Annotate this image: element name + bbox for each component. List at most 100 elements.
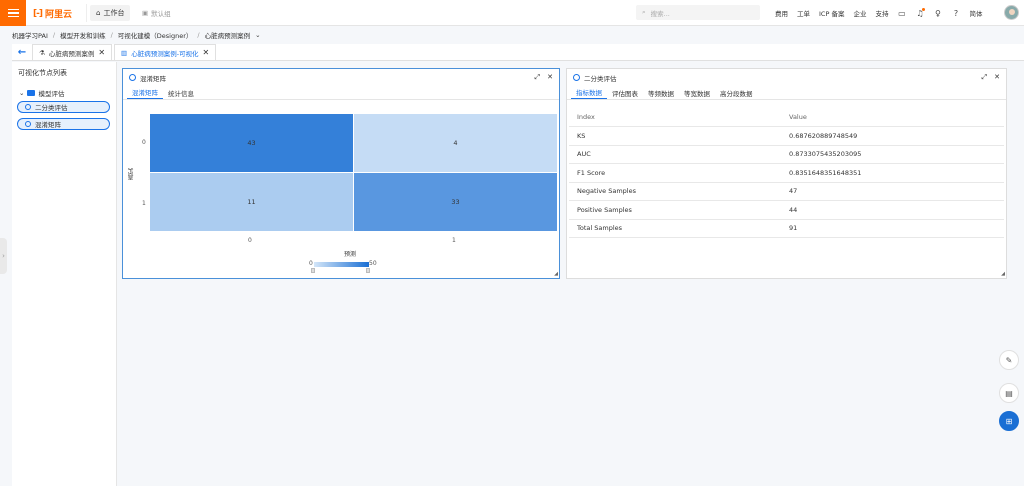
workbench-button[interactable]: ⌂ 工作台 xyxy=(90,5,131,21)
metric-name-cell: KS xyxy=(569,126,781,146)
x-tick-label: 1 xyxy=(452,237,456,244)
back-arrow-icon[interactable]: ← xyxy=(12,44,32,60)
caret-down-icon: ⌄ xyxy=(19,89,25,97)
brand-name: 阿里云 xyxy=(44,10,72,20)
avatar[interactable] xyxy=(1004,5,1019,20)
metric-name-cell: Negative Samples xyxy=(569,182,781,201)
panel-title: 混淆矩阵 xyxy=(140,74,166,83)
resource-group-selector[interactable]: ▣ 默认组 xyxy=(142,8,171,18)
chevron-down-icon[interactable]: ⌄ xyxy=(255,31,260,39)
metric-value-cell: 44 xyxy=(781,200,1004,220)
tab-high-score[interactable]: 高分段数据 xyxy=(715,86,758,99)
tab-eval-charts[interactable]: 评估图表 xyxy=(607,86,643,99)
expand-icon[interactable]: ⤢ xyxy=(982,73,988,82)
breadcrumb-separator: / xyxy=(197,31,200,39)
chart-icon: ▥ xyxy=(121,48,128,57)
x-tick-label: 0 xyxy=(248,237,252,244)
tab-visualization[interactable]: ▥ 心脏病预测案例-可视化 ✕ xyxy=(114,44,217,60)
breadcrumb-separator: / xyxy=(110,31,113,39)
top-link-icp[interactable]: ICP 备案 xyxy=(819,8,844,18)
resize-handle-icon[interactable]: ◢ xyxy=(554,271,558,277)
resource-group-label: 默认组 xyxy=(151,10,171,18)
heatmap-cell: 43 xyxy=(150,114,353,172)
resource-group-icon: ▣ xyxy=(142,9,149,17)
lightbulb-icon[interactable]: ♀ xyxy=(933,9,942,18)
feedback-icon[interactable]: ▤ xyxy=(999,383,1019,403)
node-icon xyxy=(25,121,31,127)
table-row: Positive Samples 44 xyxy=(569,200,1004,220)
flask-icon: ⚗ xyxy=(39,48,45,57)
component-icon xyxy=(573,74,580,81)
divider xyxy=(86,4,87,22)
aliyun-logo-icon: [-] xyxy=(33,8,43,19)
colorbar-min-handle[interactable] xyxy=(311,268,315,273)
folder-icon xyxy=(27,90,36,96)
table-row: F1 Score 0.8351648351648351 xyxy=(569,163,1004,183)
heatmap-cell: 4 xyxy=(354,114,557,172)
colorbar-max-handle[interactable] xyxy=(366,268,370,273)
sidebar-expand-handle[interactable]: › xyxy=(0,238,7,274)
metric-name-cell: Positive Samples xyxy=(569,200,781,220)
metric-name-cell: Total Samples xyxy=(569,219,781,238)
top-navigation-bar: [-] 阿里云 ⌂ 工作台 ▣ 默认组 ⌕ 搜索... 费用 工单 ICP 备案… xyxy=(0,0,1024,26)
y-tick-label: 0 xyxy=(142,139,146,146)
search-input[interactable]: ⌕ 搜索... xyxy=(636,5,760,20)
node-icon xyxy=(25,104,31,110)
node-confusion-matrix[interactable]: 混淆矩阵 xyxy=(17,118,110,130)
confusion-matrix-panel: 混淆矩阵 ⤢ ✕ 混淆矩阵 统计信息 43 4 11 33 0 1 0 1 真实 预测… xyxy=(122,68,560,279)
close-icon[interactable]: ✕ xyxy=(203,48,210,57)
edit-icon[interactable]: ✎ xyxy=(999,350,1019,370)
breadcrumb: 机器学习PAI / 模型开发和训练 / 可视化建模（Designer） / 心脏… xyxy=(12,30,261,40)
breadcrumb-item[interactable]: 可视化建模（Designer） xyxy=(118,30,193,40)
colorbar xyxy=(314,262,369,267)
tab-experiment[interactable]: ⚗ 心脏病预测案例 ✕ xyxy=(32,44,113,60)
tab-confusion-matrix[interactable]: 混淆矩阵 xyxy=(127,86,163,99)
top-link-ticket[interactable]: 工单 xyxy=(797,8,810,18)
panel-title: 二分类评估 xyxy=(584,74,617,83)
panel-header: 混淆矩阵 ⤢ ✕ xyxy=(123,69,559,86)
message-icon[interactable]: ▭ xyxy=(897,9,906,18)
brand-logo[interactable]: [-] 阿里云 xyxy=(33,7,72,21)
search-icon: ⌕ xyxy=(642,8,646,16)
node-label: 二分类评估 xyxy=(35,104,68,112)
node-binary-eval[interactable]: 二分类评估 xyxy=(17,101,110,113)
breadcrumb-item[interactable]: 机器学习PAI xyxy=(12,30,48,40)
breadcrumb-separator: / xyxy=(52,31,56,39)
tree-folder-model-eval[interactable]: ⌄ 模型评估 xyxy=(19,88,64,98)
language-switch[interactable]: 简体 xyxy=(969,8,982,18)
expand-icon[interactable]: ⤢ xyxy=(535,73,541,82)
close-icon[interactable]: ✕ xyxy=(994,73,1000,82)
tab-statistics[interactable]: 统计信息 xyxy=(163,86,199,99)
resize-handle-icon[interactable]: ◢ xyxy=(1001,271,1005,277)
panel-tabs: 指标数据 评估图表 等频数据 等宽数据 高分段数据 xyxy=(567,86,1006,100)
metric-name-cell: AUC xyxy=(569,145,781,164)
close-icon[interactable]: ✕ xyxy=(98,48,105,57)
tab-metrics[interactable]: 指标数据 xyxy=(571,86,607,99)
metric-value-cell: 47 xyxy=(781,182,1004,201)
table-header-row: Index Value xyxy=(569,108,1004,127)
top-link-billing[interactable]: 费用 xyxy=(775,8,788,18)
workbench-label: 工作台 xyxy=(103,9,125,17)
tab-label: 心脏病预测案例-可视化 xyxy=(131,49,199,58)
table-row: Total Samples 91 xyxy=(569,219,1004,238)
tab-equal-frequency[interactable]: 等频数据 xyxy=(643,86,679,99)
bell-icon[interactable]: ♫ xyxy=(915,7,926,18)
home-icon: ⌂ xyxy=(96,9,101,17)
panel-header: 二分类评估 ⤢ ✕ xyxy=(567,69,1006,86)
breadcrumb-item-current[interactable]: 心脏病预测案例 xyxy=(205,30,251,40)
colorbar-max-label: 50 xyxy=(369,260,377,267)
tab-equal-width[interactable]: 等宽数据 xyxy=(679,86,715,99)
table-body: KS 0.687620889748549 AUC 0.8733075435203095… xyxy=(569,126,1004,238)
folder-label: 模型评估 xyxy=(38,90,65,98)
top-links: 费用 工单 ICP 备案 企业 支持 ▭ ♫ ♀ ? 简体 xyxy=(775,7,982,18)
top-link-support[interactable]: 支持 xyxy=(875,8,888,18)
binary-eval-panel: 二分类评估 ⤢ ✕ 指标数据 评估图表 等频数据 等宽数据 高分段数据 Inde… xyxy=(566,68,1007,279)
table-row: KS 0.687620889748549 xyxy=(569,126,1004,146)
menu-icon[interactable] xyxy=(0,0,26,26)
apps-grid-icon[interactable]: ⊞ xyxy=(999,411,1019,431)
breadcrumb-item[interactable]: 模型开发和训练 xyxy=(60,30,106,40)
metric-value-cell: 0.8351648351648351 xyxy=(781,163,1004,183)
help-icon[interactable]: ? xyxy=(951,9,960,18)
top-link-enterprise[interactable]: 企业 xyxy=(853,8,866,18)
close-icon[interactable]: ✕ xyxy=(547,73,553,82)
